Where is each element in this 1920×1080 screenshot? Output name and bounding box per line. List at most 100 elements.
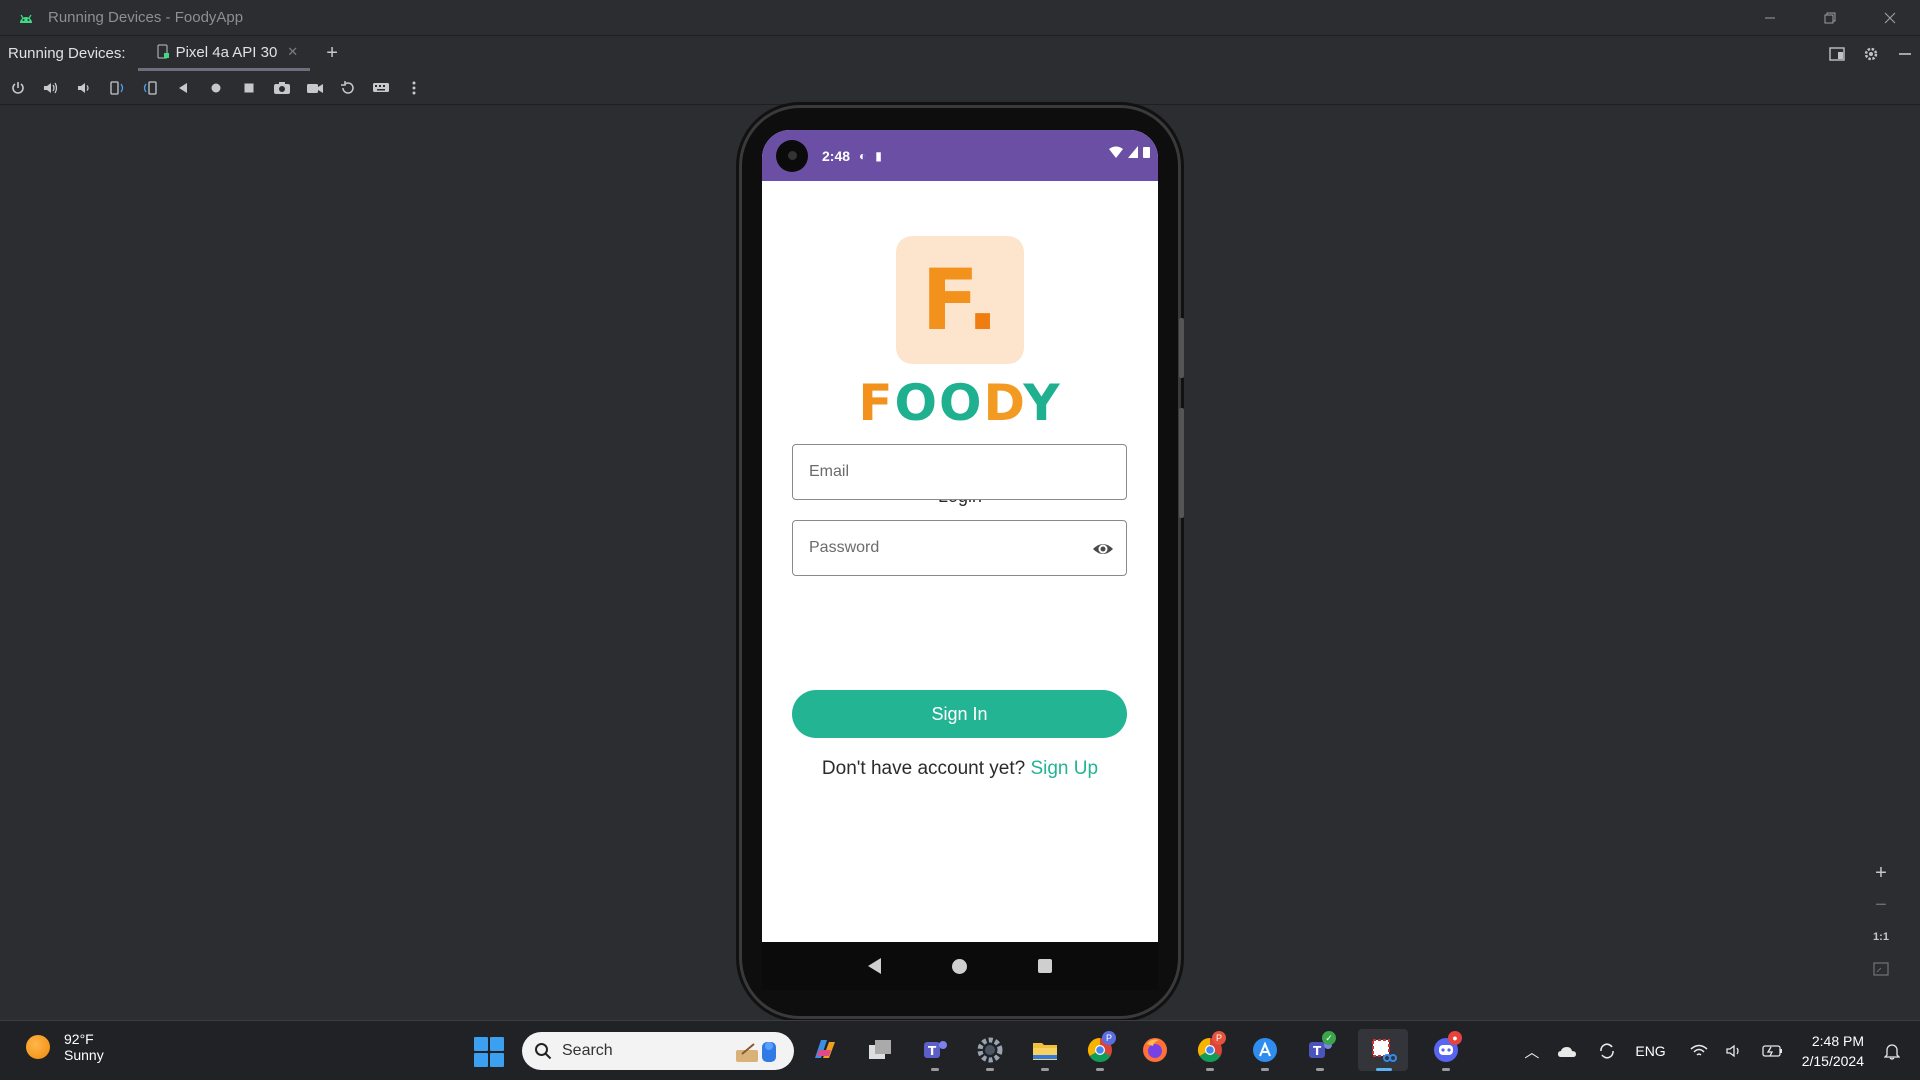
password-field[interactable] [792,520,1127,576]
profile-badge: P [1212,1031,1226,1045]
chevron-up-icon[interactable]: ︿ [1524,1041,1539,1062]
copilot-app[interactable] [808,1029,842,1071]
rotate-right-icon[interactable] [140,78,159,97]
language-indicator[interactable]: ENG [1635,1043,1665,1059]
tab-close-icon[interactable]: ✕ [287,44,298,60]
weather-widget[interactable]: 92°F Sunny [26,1031,104,1063]
tab-label: Pixel 4a API 30 [175,43,278,61]
settings-icon [977,1037,1003,1063]
zoom-in-button[interactable]: + [1869,862,1893,884]
clock[interactable]: 2:48 PM 2/15/2024 [1802,1031,1864,1071]
search-icon [535,1043,552,1060]
file-explorer-icon [1033,1043,1057,1060]
panel-actions [1828,36,1914,71]
zoom-out-button[interactable]: − [1869,894,1893,916]
task-view-app[interactable] [863,1029,897,1071]
volume-up-icon[interactable] [41,78,60,97]
settings-app[interactable] [973,1029,1007,1071]
start-button[interactable] [474,1037,504,1067]
password-input[interactable] [809,539,1126,557]
snipping-tool-icon [1372,1039,1397,1062]
wifi-icon[interactable] [1690,1044,1708,1058]
close-button[interactable] [1860,0,1920,36]
svg-text:T: T [928,1044,937,1058]
chrome-profile-app[interactable]: P [1193,1029,1227,1071]
taskbar-search[interactable]: Search [522,1032,794,1070]
onedrive-icon[interactable] [1557,1043,1579,1059]
status-bar: 2:48 ◐ ▮ [762,130,1158,181]
rotate-left-icon[interactable] [107,78,126,97]
app-store-icon [1253,1038,1277,1062]
android-icon [20,14,32,23]
nav-recents-icon[interactable] [1038,959,1053,973]
fit-screen-icon [1873,962,1889,976]
layout-icon[interactable] [1828,45,1846,63]
firefox-icon [1143,1038,1167,1062]
running-indicator [1442,1068,1450,1071]
snipping-tool-app[interactable] [1358,1029,1408,1071]
home-icon[interactable] [206,78,225,97]
email-field[interactable] [792,444,1127,500]
eye-icon[interactable] [1092,538,1114,560]
firefox-app[interactable] [1138,1029,1172,1071]
screenshot-icon[interactable] [272,78,291,97]
sync-icon[interactable] [1597,1042,1617,1060]
signup-prompt: Don't have account yet? Sign Up [762,758,1158,780]
running-devices-tabs: Running Devices: Pixel 4a API 30 ✕ + [0,36,1920,71]
running-indicator [1261,1068,1269,1071]
system-tray: ︿ ENG 2:48 PM 2/15/2024 [1524,1021,1920,1080]
more-icon[interactable] [404,78,423,97]
wifi-icon [1109,146,1123,158]
camera-cutout [776,139,808,172]
running-indicator [1316,1068,1324,1071]
sd-card-icon: ▮ [875,148,882,163]
running-indicator [931,1068,939,1071]
running-indicator [1096,1068,1104,1071]
keyboard-icon[interactable] [371,78,390,97]
minimize-button[interactable] [1740,0,1800,36]
device-frame: 2:48 ◐ ▮ F. FOODY Login Sign In Don't ha… [742,108,1184,1016]
nav-back-icon[interactable] [867,958,881,974]
start-icon-tile [474,1037,488,1051]
overview-icon[interactable] [239,78,258,97]
chrome-app[interactable]: P [1083,1029,1117,1071]
device-icon [157,44,169,59]
fit-screen-button[interactable] [1869,958,1893,980]
battery-icon[interactable] [1762,1044,1784,1058]
gear-icon[interactable] [1862,45,1880,63]
app-store-app[interactable] [1248,1029,1282,1071]
running-indicator [1376,1068,1392,1071]
teams-app[interactable]: T [918,1029,952,1071]
weather-condition: Sunny [64,1047,104,1063]
reset-icon[interactable] [338,78,357,97]
actual-size-button[interactable]: 1:1 [1869,926,1893,948]
android-nav-bar [762,942,1158,990]
power-icon[interactable] [8,78,27,97]
discord-app[interactable]: ● [1429,1029,1463,1071]
start-icon-tile [474,1053,488,1067]
app-logo: F. [896,236,1024,364]
hide-panel-icon[interactable] [1896,45,1914,63]
copilot-icon [815,1040,835,1058]
device-screen[interactable]: 2:48 ◐ ▮ F. FOODY Login Sign In Don't ha… [762,130,1158,942]
search-highlight-icon [736,1042,776,1062]
screen-record-icon[interactable] [305,78,324,97]
sign-up-link[interactable]: Sign Up [1030,758,1098,779]
volume-down-icon[interactable] [74,78,93,97]
restore-icon [1824,12,1836,24]
add-device-button[interactable]: + [326,42,338,65]
notification-bell-icon[interactable] [1884,1042,1900,1060]
sign-in-button[interactable]: Sign In [792,690,1127,738]
tab-pixel-4a[interactable]: Pixel 4a API 30 ✕ [137,36,311,71]
window-controls [1740,0,1920,36]
profile-badge: P [1102,1031,1116,1045]
file-explorer-app[interactable] [1028,1029,1062,1071]
restore-button[interactable] [1800,0,1860,36]
teams-work-app[interactable]: T ✓ [1303,1029,1337,1071]
zoom-controls: + − 1:1 [1862,862,1900,980]
volume-icon[interactable] [1726,1044,1744,1058]
back-icon[interactable] [173,78,192,97]
teams-icon: T [924,1041,947,1058]
nav-home-icon[interactable] [951,958,967,974]
email-input[interactable] [809,463,1126,481]
